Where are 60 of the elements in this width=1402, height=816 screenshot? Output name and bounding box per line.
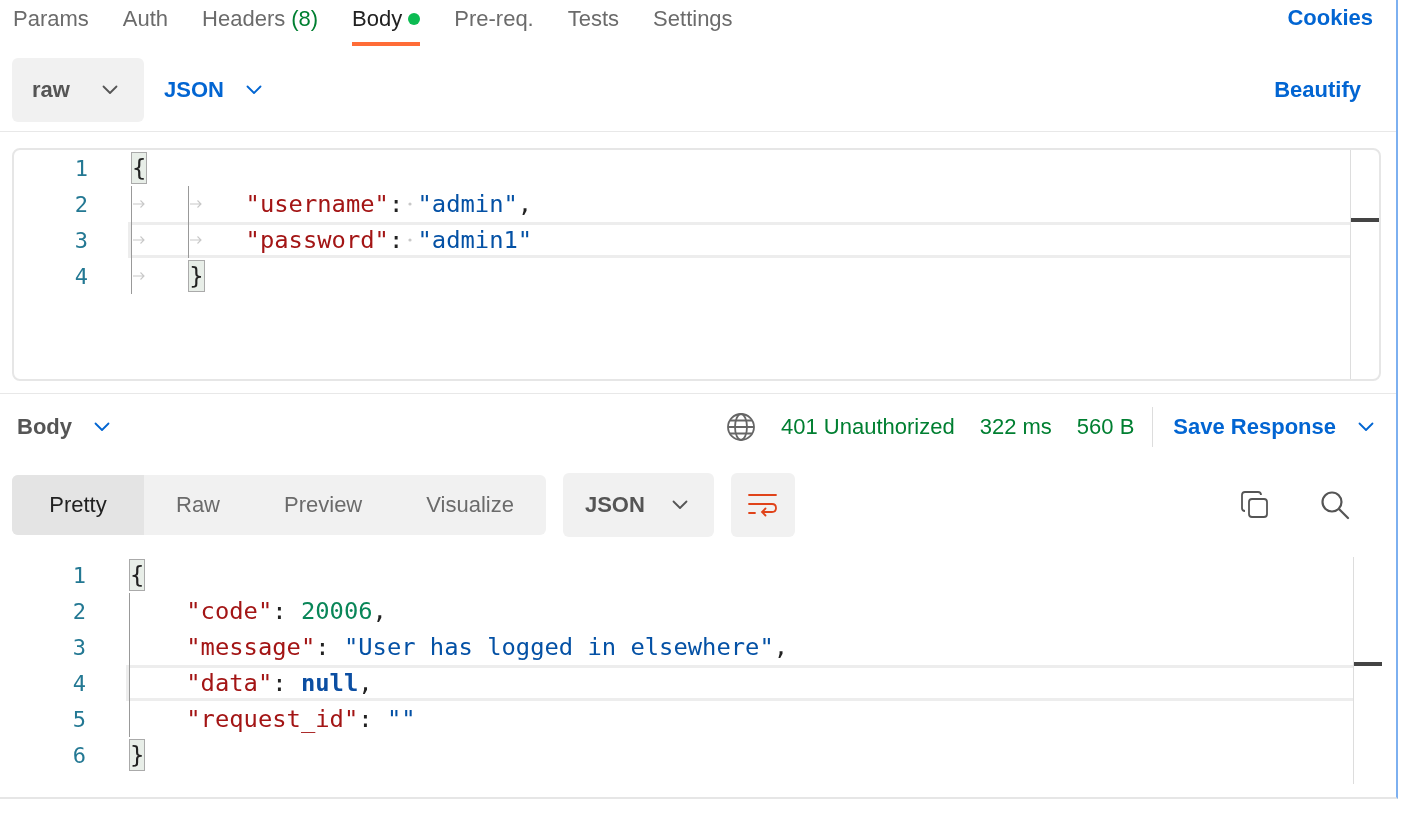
code-line: "message": "User has logged in elsewhere", (126, 629, 1353, 665)
wrap-lines-button[interactable] (730, 473, 795, 537)
request-tab[interactable]: Auth (122, 0, 169, 46)
line-number: 1 (73, 155, 88, 181)
body-mode-dropdown[interactable]: raw (12, 58, 144, 122)
line-number: 4 (71, 670, 86, 696)
format-dropdown[interactable]: JSON (562, 473, 714, 537)
chevron-down-icon (94, 422, 110, 432)
chevron-down-icon (245, 85, 262, 95)
line-number: 4 (73, 263, 88, 289)
request-tab[interactable]: Params (13, 0, 89, 46)
save-response-button[interactable]: Save Response (1173, 414, 1374, 440)
request-tab[interactable]: Pre-req. (454, 0, 534, 46)
request-tab[interactable]: Tests (567, 0, 620, 46)
scrollbar-thumb[interactable] (1354, 662, 1382, 666)
code-line: "username": "admin", (128, 186, 1350, 222)
request-tab[interactable]: Headers (8) (202, 0, 319, 46)
scrollbar[interactable] (1353, 557, 1382, 784)
code-line: "code": 20006, (126, 593, 1353, 629)
copy-icon (1240, 490, 1270, 520)
request-tab[interactable]: Settings (653, 0, 733, 46)
view-mode-tab[interactable]: Raw (144, 475, 252, 535)
tab-arrow-icon (189, 235, 204, 245)
scrollbar[interactable] (1350, 150, 1379, 379)
globe-icon (726, 412, 756, 442)
cookies-link[interactable]: Cookies (1287, 5, 1373, 45)
chevron-down-icon (671, 500, 688, 510)
line-number: 2 (73, 191, 88, 217)
search-icon (1320, 490, 1350, 520)
line-number: 1 (71, 562, 86, 588)
response-size: 560 B (1076, 414, 1135, 440)
scrollbar-thumb[interactable] (1351, 218, 1379, 222)
line-number: 3 (71, 634, 86, 660)
line-number: 6 (71, 742, 86, 768)
view-mode-tab[interactable]: Preview (252, 475, 395, 535)
language-dropdown[interactable]: JSON (164, 77, 262, 103)
current-line-highlight: "password": "admin1" (128, 222, 1350, 258)
code-line: } (128, 258, 1350, 294)
tab-arrow-icon (132, 271, 146, 281)
tab-arrow-icon (189, 199, 204, 209)
search-button[interactable] (1320, 490, 1350, 520)
request-tab[interactable]: Body (352, 0, 421, 46)
response-section-dropdown[interactable]: Body (17, 414, 110, 440)
line-number: 3 (73, 227, 88, 253)
current-line-highlight: "data": null, (126, 665, 1353, 701)
beautify-button[interactable]: Beautify (1274, 77, 1361, 103)
chevron-down-icon (1358, 422, 1374, 432)
line-number: 5 (71, 706, 86, 732)
tab-arrow-icon (132, 235, 146, 245)
copy-button[interactable] (1240, 490, 1270, 520)
chevron-down-icon (102, 85, 118, 95)
tab-arrow-icon (132, 199, 146, 209)
code-line: "request_id": "" (126, 701, 1353, 737)
response-time: 322 ms (979, 414, 1052, 440)
line-number: 2 (71, 598, 86, 624)
wrap-lines-icon (747, 493, 778, 517)
view-mode-tab[interactable]: Visualize (394, 475, 546, 535)
count-label: (8) (291, 6, 319, 32)
view-mode-tab[interactable]: Pretty (12, 475, 144, 535)
status-code: 401 Unauthorized (781, 414, 955, 440)
